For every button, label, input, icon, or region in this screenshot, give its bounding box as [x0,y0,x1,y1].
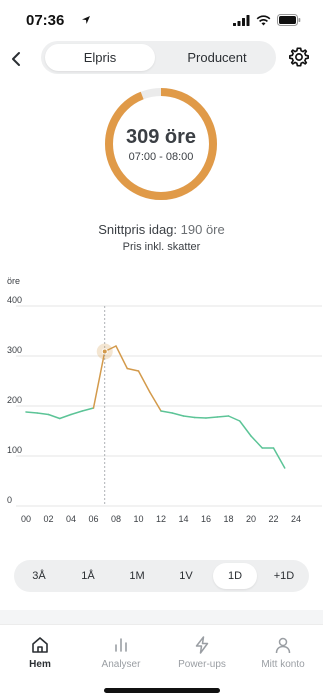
tab-analyser[interactable]: Analyser [81,635,161,670]
location-arrow-icon [82,16,90,24]
back-chevron-icon[interactable] [6,48,28,70]
price-line-segment [92,350,106,409]
range-option[interactable]: 1V [164,563,208,589]
x-tick-label: 04 [66,514,76,524]
x-tick-label: 02 [43,514,53,524]
tab-power-ups[interactable]: Power-ups [162,635,242,670]
x-tick-label: 22 [268,514,278,524]
price-producer-segmented-control: Elpris Producent [41,41,276,74]
x-tick-label: 14 [178,514,188,524]
y-tick-label: 100 [7,445,22,455]
price-line-segment [182,415,196,419]
segment-elpris[interactable]: Elpris [45,44,155,71]
y-tick-label: 0 [7,495,12,505]
tab-label-hem: Hem [29,659,51,670]
bar-chart-icon [115,638,127,652]
y-axis-unit-label: öre [7,276,20,286]
average-price-value: 190 öre [180,222,225,237]
price-line-segment [194,416,207,419]
y-tick-label: 400 [7,295,22,305]
x-tick-label: 10 [133,514,143,524]
wifi-icon [256,14,271,25]
price-line-segment [81,407,95,412]
price-line-segment [59,413,72,420]
status-bar: 07:36 [0,0,323,40]
x-tick-label: 24 [291,514,301,524]
current-price: 309 öre [125,126,197,148]
highlight-point [101,348,108,355]
tax-note: Pris inkl. skatter [122,241,201,253]
price-line-segment [227,415,241,422]
x-tick-label: 08 [111,514,121,524]
current-time-range: 07:00 - 08:00 [128,151,194,163]
gear-icon[interactable] [288,46,310,68]
price-line-segment [171,412,185,417]
status-time: 07:36 [26,12,65,29]
range-option[interactable]: 1D [213,563,257,589]
time-range-selector: 3Å 1Å 1M 1V 1D +1D [14,560,309,592]
tab-hem[interactable]: Hem [0,635,80,670]
price-line-segment [126,367,140,372]
tab-label-analyser: Analyser [101,659,141,670]
tab-label-mitt-konto: Mitt konto [261,659,305,670]
range-option[interactable]: 1M [115,563,159,589]
price-line-segment [70,410,83,416]
x-tick-label: 16 [201,514,211,524]
price-line-segment [239,420,252,437]
home-icon [32,637,48,653]
signal-icon [233,14,250,26]
section-divider [0,610,323,624]
y-tick-label: 300 [7,345,22,355]
x-tick-label: 06 [88,514,98,524]
x-tick-label: 20 [246,514,256,524]
tab-mitt-konto[interactable]: Mitt konto [243,635,323,670]
price-line-segment [25,411,38,414]
price-chart[interactable]: öre 0 100 200 300 400 00 02 04 06 08 10 12 14 16 18 20 22… [0,270,323,532]
tab-label-power-ups: Power-ups [178,659,226,670]
range-option[interactable]: 1Å [66,563,110,589]
price-line-segment [149,391,162,412]
price-line-segment [272,447,286,469]
price-line-segment [160,410,173,414]
segment-producent[interactable]: Producent [161,44,273,71]
battery-icon [277,14,301,26]
average-price-label: Snittpris idag: [98,222,178,237]
y-tick-label: 200 [7,395,22,405]
top-navigation: Elpris Producent [0,40,323,76]
price-line-segment [115,345,128,370]
price-line-segment [250,435,263,449]
x-tick-label: 00 [21,514,31,524]
price-line-segment [137,370,151,393]
lightning-icon [195,636,209,654]
range-option[interactable]: 3Å [17,563,61,589]
price-line-segment [216,415,230,418]
home-indicator [104,688,220,693]
price-line-segment [205,416,218,419]
price-line-segment [36,412,50,416]
average-price: Snittpris idag: 190 öre [0,222,323,237]
range-option[interactable]: +1D [262,563,306,589]
x-tick-label: 12 [156,514,166,524]
person-icon [275,637,291,654]
status-icons [233,14,301,26]
price-line-segment [47,413,61,420]
x-tick-label: 18 [223,514,233,524]
